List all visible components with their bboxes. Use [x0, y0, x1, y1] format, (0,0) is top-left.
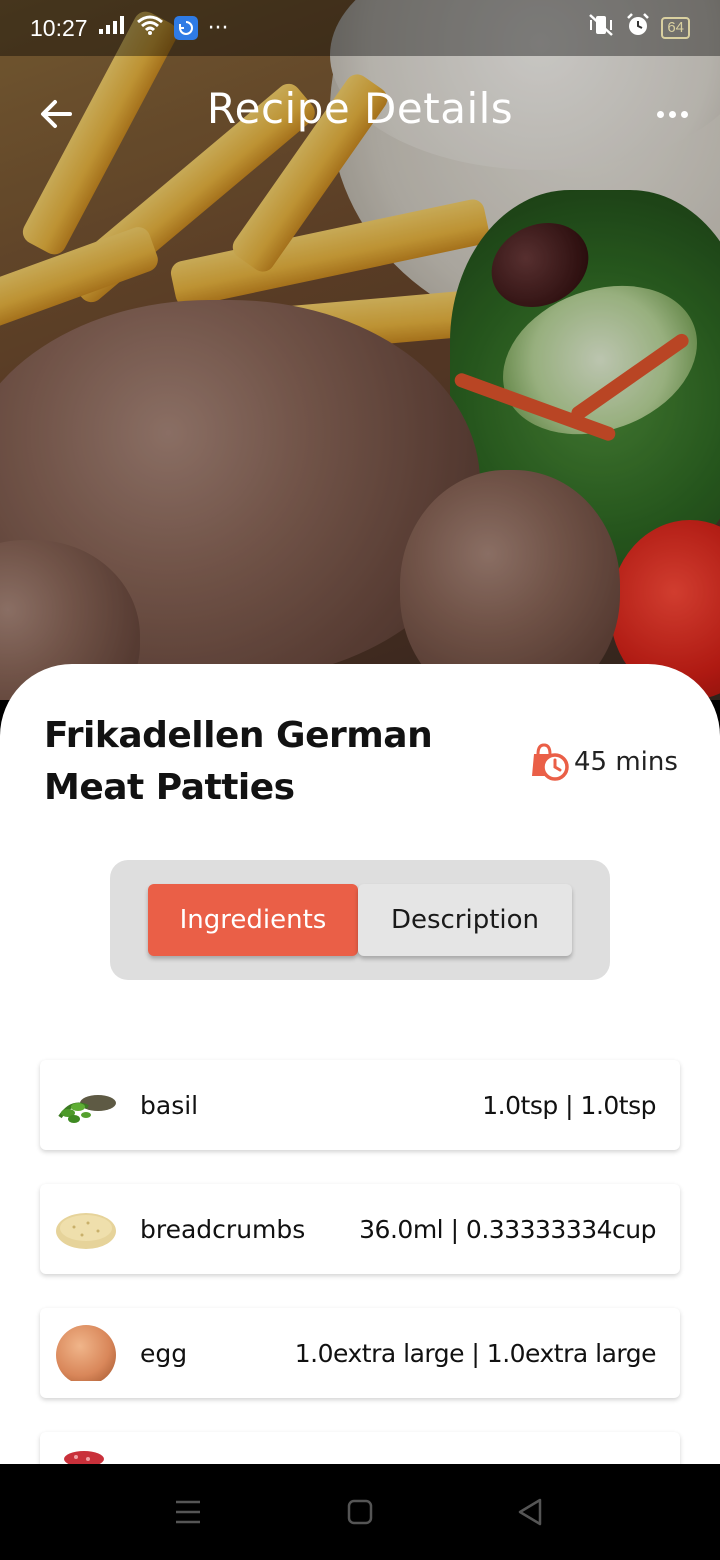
system-nav-bar [0, 1464, 720, 1560]
home-square-icon [347, 1499, 373, 1525]
status-bar: 10:27 ··· 64 [0, 0, 720, 56]
wifi-icon [136, 14, 164, 42]
cook-time-value: 45 mins [574, 747, 678, 777]
page-title: Recipe Details [206, 84, 514, 133]
cook-time: 45 mins [526, 740, 678, 784]
ingredient-quantity: 1.0tsp | 1.0tsp [482, 1090, 656, 1120]
ingredient-name: egg [140, 1338, 188, 1368]
signal-icon [98, 15, 126, 41]
status-overflow: ··· [207, 15, 229, 41]
alarm-icon [625, 12, 651, 44]
list-item[interactable]: basil 1.0tsp | 1.0tsp [40, 1060, 680, 1150]
more-horizontal-icon [656, 110, 664, 118]
home-button[interactable] [340, 1492, 380, 1532]
recipe-details-sheet: Frikadellen German Meat Patties 45 mins … [0, 664, 720, 1464]
ingredient-quantity: 36.0ml | 0.33333334cup [359, 1214, 656, 1244]
egg-thumbnail [56, 1325, 116, 1381]
list-item[interactable] [40, 1432, 680, 1464]
menu-button[interactable] [168, 1492, 208, 1532]
recipe-title: Frikadellen German Meat Patties [44, 715, 433, 808]
timer-bag-icon [532, 743, 569, 781]
status-time: 10:27 [30, 14, 88, 41]
vibrate-icon [587, 13, 615, 43]
tab-switcher: Ingredients Description [110, 860, 610, 980]
tab-ingredients[interactable]: Ingredients [148, 884, 358, 956]
ingredient-name: breadcrumbs [140, 1214, 306, 1244]
app-bar: Recipe Details [0, 70, 720, 156]
tab-description[interactable]: Description [358, 884, 572, 956]
app-notification-icon [173, 16, 198, 40]
back-triangle-icon [518, 1498, 542, 1526]
breadcrumbs-thumbnail [56, 1213, 116, 1249]
more-options-button[interactable] [650, 92, 694, 136]
list-item[interactable]: breadcrumbs 36.0ml | 0.33333334cup [40, 1184, 680, 1274]
list-item[interactable]: egg 1.0extra large | 1.0extra large [40, 1308, 680, 1398]
basil-thumbnail [58, 1095, 116, 1123]
meat-thumbnail [64, 1451, 104, 1464]
system-back-button[interactable] [510, 1492, 550, 1532]
battery-icon: 64 [661, 17, 690, 39]
ingredient-quantity: 1.0extra large | 1.0extra large [294, 1338, 657, 1368]
menu-icon [176, 1500, 200, 1524]
ingredient-name: basil [140, 1090, 199, 1120]
